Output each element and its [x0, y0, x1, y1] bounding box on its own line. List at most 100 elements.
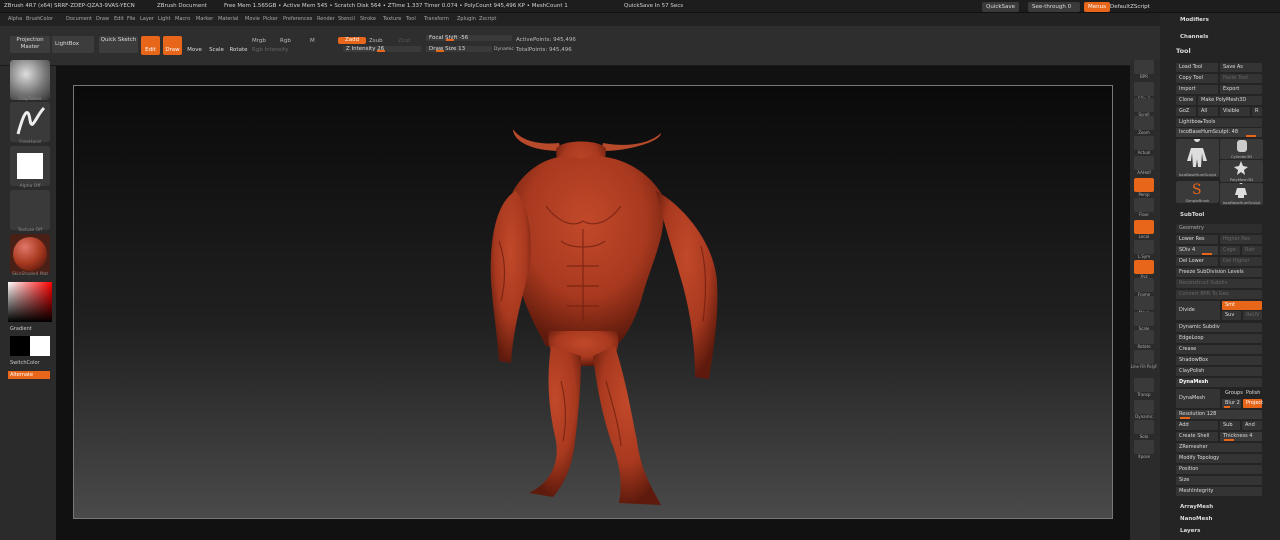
resolution-slider[interactable]: Resolution 128 [1176, 410, 1262, 419]
menu-item-19[interactable]: Tool [406, 16, 416, 22]
brush-icon[interactable] [10, 60, 50, 100]
shelf-button-6[interactable] [1134, 178, 1154, 192]
menu-item-21[interactable]: Zplugin [457, 16, 476, 22]
current-tool-knob[interactable] [1246, 135, 1256, 137]
shelf-button-13[interactable] [1134, 312, 1154, 326]
size-menu[interactable]: Size [1176, 476, 1262, 485]
current-tool-slider[interactable]: IscoBaseHumSculpt. 48 [1176, 128, 1262, 137]
modify-topology-menu[interactable]: Modify Topology [1176, 454, 1262, 463]
zremesher-menu[interactable]: ZRemesher [1176, 443, 1262, 452]
suv-toggle[interactable]: Suv [1222, 311, 1241, 320]
position-menu[interactable]: Position [1176, 465, 1262, 474]
menu-item-8[interactable]: Light [158, 16, 170, 22]
thickness-slider[interactable]: Thickness 4 [1220, 432, 1262, 441]
shelf-button-4[interactable] [1134, 136, 1154, 150]
visible-button[interactable]: Visible [1220, 107, 1250, 116]
menu-item-5[interactable]: Edit [114, 16, 124, 22]
stroke-icon[interactable] [10, 102, 50, 142]
blur-slider[interactable]: Blur 2 [1222, 399, 1241, 408]
menu-item-6[interactable]: File [127, 16, 135, 22]
tool-thumb-1[interactable]: IscoBaseHumSculpt [1176, 136, 1219, 177]
shelf-button-8[interactable] [1134, 220, 1154, 234]
create-shell-button[interactable]: Create Shell [1176, 432, 1218, 441]
save-as-button[interactable]: Save As [1220, 63, 1262, 72]
shelf-button-5[interactable] [1134, 156, 1154, 170]
edgeloop-menu[interactable]: EdgeLoop [1176, 334, 1262, 343]
dynamic-subdiv-menu[interactable]: Dynamic Subdiv [1176, 323, 1262, 332]
document-viewport[interactable] [73, 85, 1113, 519]
meshintegrity-menu[interactable]: MeshIntegrity [1176, 487, 1262, 496]
switch-color-button[interactable]: SwitchColor [10, 360, 40, 366]
rgb-intensity-slider[interactable]: Rgb Intensity [252, 47, 289, 53]
draw-size-slider[interactable]: Draw Size 13 [426, 46, 492, 52]
rstr-button[interactable]: Rstr [1242, 246, 1262, 255]
shelf-button-15[interactable] [1134, 350, 1154, 364]
shelf-button-7[interactable] [1134, 198, 1154, 212]
menu-item-11[interactable]: Material [218, 16, 238, 22]
menu-item-20[interactable]: Transform [424, 16, 449, 22]
thickness-knob[interactable] [1224, 439, 1234, 441]
shelf-button-1[interactable] [1134, 82, 1154, 96]
r-button[interactable]: R [1252, 107, 1262, 116]
and-button[interactable]: And [1242, 421, 1262, 430]
lightbox-button[interactable]: LightBox [52, 36, 94, 53]
dynamesh-button[interactable]: DynaMesh [1176, 389, 1220, 408]
menu-item-16[interactable]: Stencil [338, 16, 355, 22]
quick-sketch-button[interactable]: Quick Sketch [99, 36, 138, 53]
sdiv-knob[interactable] [1202, 253, 1212, 255]
channels-menu[interactable]: Channels [1180, 34, 1208, 40]
del-lower-button[interactable]: Del Lower [1176, 257, 1218, 266]
paste-tool-button[interactable]: Paste Tool [1220, 74, 1262, 83]
menu-item-17[interactable]: Stroke [360, 16, 376, 22]
lightbox-tools-button[interactable]: Lightbox▸Tools [1176, 118, 1262, 127]
menu-item-9[interactable]: Macro [175, 16, 190, 22]
zsub-button[interactable]: Zsub [369, 38, 383, 44]
import-button[interactable]: Import [1176, 85, 1218, 94]
edit-mode-button[interactable]: Edit [141, 36, 160, 55]
layers-menu[interactable]: Layers [1180, 528, 1200, 534]
move-mode-button[interactable]: Move [185, 36, 204, 55]
crease-menu[interactable]: Crease [1176, 345, 1262, 354]
sub-button[interactable]: Sub [1220, 421, 1240, 430]
subtool-menu[interactable]: SubTool [1180, 212, 1204, 218]
secondary-color-swatch[interactable] [30, 336, 50, 356]
menu-item-4[interactable]: Draw [96, 16, 109, 22]
shelf-button-9[interactable] [1134, 240, 1154, 254]
shelf-button-14[interactable] [1134, 330, 1154, 344]
arraymesh-menu[interactable]: ArrayMesh [1180, 504, 1213, 510]
menu-item-12[interactable]: Movie [245, 16, 260, 22]
claypolish-menu[interactable]: ClayPolish [1176, 367, 1262, 376]
geometry-menu[interactable]: Geometry [1176, 224, 1262, 233]
menu-item-14[interactable]: Preferences [283, 16, 312, 22]
sculpt-model[interactable] [74, 86, 1114, 520]
goz-button[interactable]: GoZ [1176, 107, 1196, 116]
smt-toggle[interactable]: Smt [1222, 301, 1262, 310]
modifiers-menu[interactable]: Modifiers [1180, 17, 1209, 23]
dynamesh-menu[interactable]: DynaMesh [1176, 378, 1262, 387]
shelf-button-17[interactable] [1134, 400, 1154, 414]
all-button[interactable]: All [1198, 107, 1218, 116]
shelf-button-11[interactable] [1134, 278, 1154, 292]
make-polymesh-button[interactable]: Make PolyMesh3D [1198, 96, 1262, 105]
tool-menu-title[interactable]: Tool [1176, 47, 1191, 55]
shelf-button-2[interactable] [1134, 98, 1154, 112]
gradient-label[interactable]: Gradient [10, 326, 32, 332]
shelf-button-12[interactable] [1134, 296, 1154, 310]
menu-item-2[interactable]: Color [40, 16, 53, 22]
focal-shift-slider[interactable]: Focal Shift -56 [426, 35, 512, 41]
higher-res-button[interactable]: Higher Res [1220, 235, 1262, 244]
add-button[interactable]: Add [1176, 421, 1218, 430]
groups-toggle[interactable]: Groups [1222, 389, 1243, 398]
m-button[interactable]: M [310, 38, 315, 44]
scale-mode-button[interactable]: Scale [207, 36, 226, 55]
zcut-button[interactable]: Zcut [398, 38, 410, 44]
clone-button[interactable]: Clone [1176, 96, 1196, 105]
color-picker[interactable] [8, 282, 52, 322]
z-intensity-slider[interactable]: Z Intensity 26 [343, 46, 421, 52]
menu-item-0[interactable]: Alpha [8, 16, 22, 22]
seethrough-slider[interactable]: See-through 0 [1028, 2, 1080, 12]
rotate-mode-button[interactable]: Rotate [229, 36, 248, 55]
zadd-button[interactable]: Zadd [338, 37, 366, 44]
divide-button[interactable]: Divide [1176, 301, 1220, 320]
menu-item-1[interactable]: Brush [26, 16, 40, 22]
